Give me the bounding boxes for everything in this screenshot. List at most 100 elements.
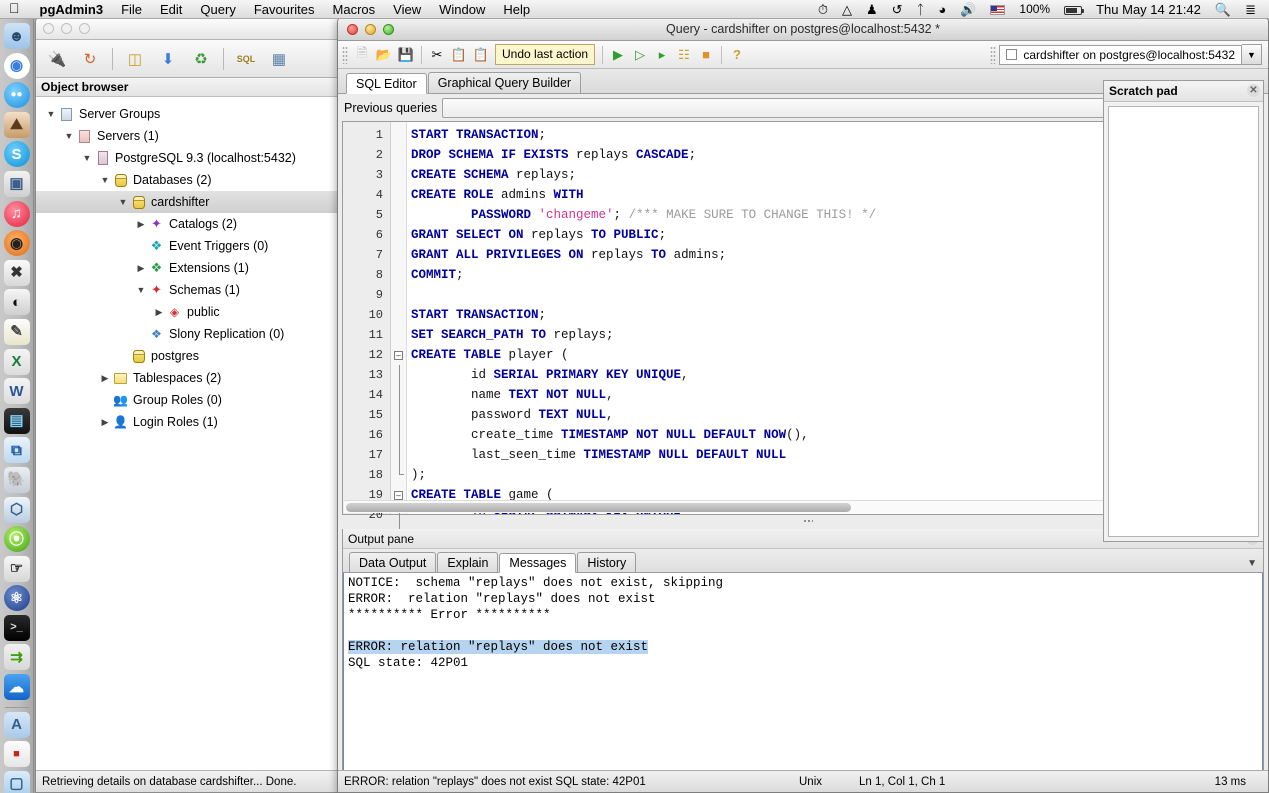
menu-item-query[interactable]: Query bbox=[191, 2, 244, 17]
dock-item-java[interactable]: ⚛ bbox=[3, 585, 30, 612]
tree-item-postgres[interactable]: postgres bbox=[36, 345, 344, 367]
dock-item-fullscreen-app[interactable]: ⧉ bbox=[3, 437, 30, 464]
menu-item-macros[interactable]: Macros bbox=[324, 2, 385, 17]
dock-item-transmit[interactable]: ⇉ bbox=[3, 644, 30, 671]
tree-item-group-roles-0[interactable]: 👥 Group Roles (0) bbox=[36, 389, 344, 411]
menu-item-favourites[interactable]: Favourites bbox=[245, 2, 324, 17]
dock-item-xquartz[interactable]: ✖ bbox=[3, 259, 30, 286]
connection-checkbox[interactable] bbox=[1006, 49, 1018, 60]
menu-item-file[interactable]: File bbox=[112, 2, 151, 17]
dock-item-inkscape[interactable]: ◐ bbox=[3, 289, 30, 316]
tab-explain[interactable]: Explain bbox=[437, 552, 499, 572]
tree-item-databases-2[interactable]: ▼ Databases (2) bbox=[36, 169, 344, 191]
search-icon[interactable]: 🔍 bbox=[1208, 0, 1238, 19]
messages-output[interactable]: NOTICE: schema "replays" does not exist,… bbox=[343, 573, 1263, 773]
minimize-button[interactable] bbox=[61, 23, 72, 34]
dock-item-applications-folder[interactable]: A bbox=[3, 711, 30, 738]
execute-to-file-icon[interactable]: ▸ bbox=[651, 44, 673, 66]
previous-queries-select[interactable]: ▲▼ bbox=[442, 97, 1120, 118]
tree-item-tablespaces-2[interactable]: ▶ Tablespaces (2) bbox=[36, 367, 344, 389]
apple-icon[interactable]:  bbox=[0, 1, 31, 15]
zoom-button[interactable] bbox=[79, 23, 90, 34]
scratch-pad-textarea[interactable] bbox=[1108, 106, 1259, 537]
clock-icon[interactable]: ⏱ bbox=[811, 0, 835, 19]
close-icon[interactable]: ✕ bbox=[1247, 84, 1260, 97]
bluetooth-icon[interactable]: ᛏ bbox=[910, 0, 932, 19]
tab-history[interactable]: History bbox=[577, 552, 637, 572]
tab-graphical-query-builder[interactable]: Graphical Query Builder bbox=[427, 72, 582, 93]
dock-item-blender[interactable]: ◉ bbox=[3, 230, 30, 257]
view-data-icon[interactable]: ▦ bbox=[266, 46, 292, 72]
sql-query-icon[interactable]: SQL bbox=[233, 46, 259, 72]
open-file-icon[interactable]: 📂 bbox=[373, 44, 395, 66]
twisty-expanded-icon[interactable]: ▼ bbox=[80, 153, 94, 163]
tab-messages[interactable]: Messages bbox=[499, 553, 577, 573]
dock-item-messages[interactable]: ●● bbox=[3, 82, 30, 109]
twisty-expanded-icon[interactable]: ▼ bbox=[134, 285, 148, 295]
dock-item-chrome[interactable]: ◉ bbox=[3, 52, 30, 79]
save-icon[interactable]: 💾 bbox=[395, 44, 417, 66]
connection-display[interactable]: cardshifter on postgres@localhost:5432 bbox=[999, 44, 1242, 65]
stop-icon[interactable]: ■ bbox=[695, 44, 717, 66]
twisty-expanded-icon[interactable]: ▼ bbox=[44, 109, 58, 119]
dock-item-terminal[interactable]: >_ bbox=[3, 614, 30, 641]
time-machine-icon[interactable]: ↺ bbox=[885, 0, 910, 19]
dock-item-textedit[interactable]: ✎ bbox=[3, 318, 30, 345]
tree-item-schemas-1[interactable]: ▼ ✦ Schemas (1) bbox=[36, 279, 344, 301]
dock-item-virtualbox[interactable]: ⬡ bbox=[3, 496, 30, 523]
refresh-icon[interactable]: ↻ bbox=[77, 46, 103, 72]
wifi-icon[interactable]: ◕ bbox=[931, 0, 953, 19]
twisty-collapsed-icon[interactable]: ▶ bbox=[98, 417, 112, 428]
tree-item-postgresql-9-3-localhost-5432[interactable]: ▼ PostgreSQL 9.3 (localhost:5432) bbox=[36, 147, 344, 169]
tree-item-catalogs-2[interactable]: ▶ ✦ Catalogs (2) bbox=[36, 213, 344, 235]
notification-center-icon[interactable]: ≣ bbox=[1238, 0, 1263, 19]
headphones-icon[interactable]: ♟ bbox=[859, 0, 885, 19]
menu-clock-datetime[interactable]: Thu May 14 21:42 bbox=[1089, 0, 1208, 19]
tab-sql-editor[interactable]: SQL Editor bbox=[346, 73, 427, 94]
object-browser-tree[interactable]: ▼ Server Groups ▼ Servers (1) ▼ PostgreSQL 9.… bbox=[36, 97, 344, 772]
menu-item-help[interactable]: Help bbox=[494, 2, 539, 17]
dock-item-pointer-app[interactable]: ☞ bbox=[3, 555, 30, 582]
dock-item-downloads-folder[interactable]: ▢ bbox=[3, 770, 30, 793]
twisty-collapsed-icon[interactable]: ▶ bbox=[152, 307, 166, 318]
chevron-down-icon[interactable]: ▼ bbox=[1242, 44, 1262, 65]
tab-data-output[interactable]: Data Output bbox=[349, 552, 437, 572]
chevron-down-icon[interactable]: ▼ bbox=[1247, 558, 1257, 569]
tree-item-slony-replication-0[interactable]: ❖ Slony Replication (0) bbox=[36, 323, 344, 345]
menu-item-view[interactable]: View bbox=[384, 2, 430, 17]
splitter-handle[interactable] bbox=[803, 519, 813, 524]
google-drive-icon[interactable]: △ bbox=[835, 0, 859, 19]
copy-icon[interactable]: 📋 bbox=[448, 44, 470, 66]
battery-icon[interactable] bbox=[1057, 0, 1089, 19]
code-fold-column[interactable]: – – bbox=[391, 122, 407, 545]
dock-item-preview[interactable]: ▣ bbox=[3, 170, 30, 197]
close-button[interactable] bbox=[43, 23, 54, 34]
menu-item-window[interactable]: Window bbox=[430, 2, 494, 17]
dock-item-postgresql[interactable]: 🐘 bbox=[3, 466, 30, 493]
tree-item-extensions-1[interactable]: ▶ ❖ Extensions (1) bbox=[36, 257, 344, 279]
explain-analyze-icon[interactable]: ☷ bbox=[673, 44, 695, 66]
paste-icon[interactable]: 📋 bbox=[470, 44, 492, 66]
tree-item-login-roles-1[interactable]: ▶ 👤 Login Roles (1) bbox=[36, 411, 344, 433]
vacuum-icon[interactable]: ♻ bbox=[188, 46, 214, 72]
tree-item-servers-1[interactable]: ▼ Servers (1) bbox=[36, 125, 344, 147]
toolbar-grip[interactable] bbox=[342, 45, 348, 64]
tree-item-public[interactable]: ▶ ◈ public bbox=[36, 301, 344, 323]
properties-icon[interactable]: ◫ bbox=[122, 46, 148, 72]
dock-item-excel[interactable]: X bbox=[3, 348, 30, 375]
tree-item-event-triggers-0[interactable]: ❖ Event Triggers (0) bbox=[36, 235, 344, 257]
dock-item-skype[interactable]: S bbox=[3, 141, 30, 168]
tree-item-cardshifter[interactable]: ▼ cardshifter bbox=[36, 191, 344, 213]
dock-item-audacity[interactable]: ▤ bbox=[3, 407, 30, 434]
twisty-expanded-icon[interactable]: ▼ bbox=[62, 131, 76, 141]
twisty-collapsed-icon[interactable]: ▶ bbox=[98, 373, 112, 384]
twisty-collapsed-icon[interactable]: ▶ bbox=[134, 263, 148, 274]
fold-collapse-icon[interactable]: – bbox=[391, 345, 406, 365]
dock-item-pdf-document[interactable]: ■ bbox=[3, 741, 30, 768]
dock-item-photos[interactable]: ⛰ bbox=[3, 111, 30, 138]
new-file-icon[interactable]: 🗎 bbox=[351, 44, 373, 66]
dock-item-word[interactable]: W bbox=[3, 378, 30, 405]
pgadmin-title-bar[interactable] bbox=[36, 18, 344, 40]
menu-item-edit[interactable]: Edit bbox=[151, 2, 191, 17]
dock-item-sourcetree[interactable]: ⦿ bbox=[3, 526, 30, 553]
